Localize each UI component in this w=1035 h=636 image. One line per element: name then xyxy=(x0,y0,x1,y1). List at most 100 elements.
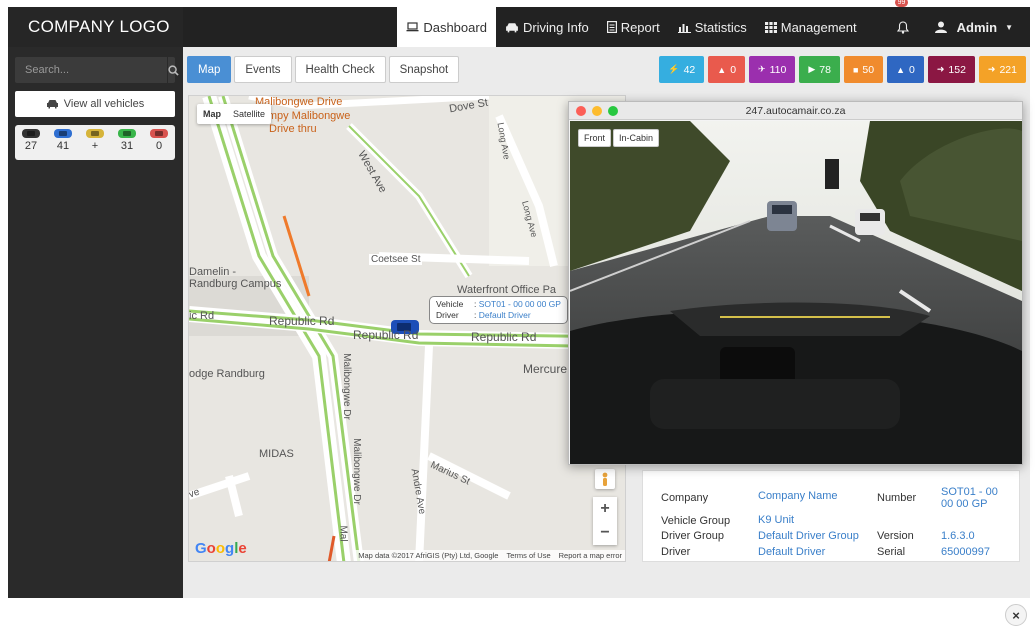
vehicle-count-4[interactable]: 0 xyxy=(145,129,173,160)
top-navbar: Dashboard Driving Info Report Statistics… xyxy=(183,0,1030,47)
stat-button-alert[interactable]: ▲ 0 xyxy=(887,56,924,83)
laptop-icon xyxy=(406,22,419,32)
nav-statistics[interactable]: Statistics xyxy=(669,7,756,47)
vehicle-info-card: Company Company Name Number SOT01 - 00 0… xyxy=(642,470,1020,562)
stat-value: 152 xyxy=(948,63,966,76)
pegman-icon xyxy=(602,472,608,486)
tab-health-check[interactable]: Health Check xyxy=(294,56,386,83)
nav-management[interactable]: Management xyxy=(756,7,866,47)
event-stat-buttons: ⚡ 42 ▲ 0 ✈ 110 ▶ 78 ■ 50 ▲ 0 ➜ 152 ➜ 221 xyxy=(659,56,1026,83)
window-minimize-button[interactable] xyxy=(592,106,602,116)
alert-icon: ▲ xyxy=(896,64,905,75)
car-icon xyxy=(150,129,168,138)
map-type-satellite[interactable]: Satellite xyxy=(227,104,271,124)
view-all-label: View all vehicles xyxy=(63,98,145,110)
stat-value: 78 xyxy=(819,63,831,76)
google-logo: Google xyxy=(195,540,247,557)
zoom-control: + − xyxy=(593,497,617,545)
vehicle-search xyxy=(15,57,179,83)
search-icon xyxy=(168,64,179,76)
car-icon xyxy=(86,129,104,138)
stat-button-stop-square[interactable]: ■ 50 xyxy=(843,56,884,83)
vehicle-count-value: 31 xyxy=(120,140,134,152)
vehicle-count-value: 27 xyxy=(24,140,38,152)
plane-icon: ✈ xyxy=(758,64,766,74)
map-street-labels: Malibongwe Drive Wimpy Malibongwe Drive … xyxy=(188,96,568,542)
tab-map[interactable]: Map xyxy=(187,56,232,83)
dashcam-frame xyxy=(570,121,1022,464)
car-icon xyxy=(46,100,58,109)
vehicle-count-3[interactable]: 31 xyxy=(113,129,141,160)
zoom-in-button[interactable]: + xyxy=(593,497,617,521)
warning-icon: ▲ xyxy=(717,64,727,75)
map-type-map[interactable]: Map xyxy=(197,104,227,124)
user-menu[interactable]: Admin ▼ xyxy=(926,7,1022,47)
camera-front-button[interactable]: Front xyxy=(578,129,612,147)
stat-button-sign-out[interactable]: ➜ 152 xyxy=(927,56,975,83)
stat-value: 50 xyxy=(862,63,875,76)
popup-titlebar: 247.autocamair.co.za xyxy=(569,102,1022,120)
user-icon xyxy=(934,21,947,33)
report-map-error-link[interactable]: Report a map error xyxy=(559,551,622,560)
play-square-icon: ▶ xyxy=(808,64,816,74)
document-icon xyxy=(606,21,617,33)
footer-bar: × xyxy=(0,598,1035,636)
nav-report[interactable]: Report xyxy=(598,7,669,47)
stop-square-icon: ■ xyxy=(852,64,859,75)
car-icon xyxy=(54,129,72,138)
vehicle-count-2[interactable]: + xyxy=(81,129,109,160)
notification-badge: 99 xyxy=(894,0,909,7)
street-view-pegman[interactable] xyxy=(595,469,615,489)
camera-tabs: Front In-Cabin xyxy=(578,129,660,147)
sign-out-icon: ➜ xyxy=(936,64,945,74)
stat-value: 0 xyxy=(730,63,737,76)
camera-popup-window: 247.autocamair.co.za Front In-Cabin xyxy=(568,101,1023,465)
car-icon xyxy=(22,129,40,138)
camera-incabin-button[interactable]: In-Cabin xyxy=(613,129,660,147)
window-maximize-button[interactable] xyxy=(608,106,618,116)
sign-in-icon: ➜ xyxy=(987,64,996,74)
view-all-vehicles-button[interactable]: View all vehicles xyxy=(15,91,175,117)
stat-button-sign-in[interactable]: ➜ 221 xyxy=(978,56,1026,83)
stat-button-bolt[interactable]: ⚡ 42 xyxy=(659,56,705,83)
stat-button-play-square[interactable]: ▶ 78 xyxy=(799,56,840,83)
stat-button-plane[interactable]: ✈ 110 xyxy=(749,56,796,83)
car-icon xyxy=(506,22,518,32)
stat-value: 42 xyxy=(683,63,696,76)
grid-icon xyxy=(764,21,777,33)
vehicle-status-counts: 27 41 +31 0 xyxy=(15,125,175,160)
dashcam-video[interactable]: Front In-Cabin xyxy=(570,121,1022,464)
user-name: Admin xyxy=(956,19,998,35)
search-input[interactable] xyxy=(15,57,167,83)
car-icon xyxy=(118,129,136,138)
map-attribution: Map data ©2017 AfriGIS (Pty) Ltd, Google… xyxy=(355,550,625,561)
map-type-control: Map Satellite xyxy=(197,104,272,124)
search-button[interactable] xyxy=(167,57,179,83)
stat-value: 110 xyxy=(769,63,787,76)
nav-driving-info[interactable]: Driving Info xyxy=(496,7,598,47)
vehicle-count-value: + xyxy=(91,140,99,152)
popup-title: 247.autocamair.co.za xyxy=(745,104,846,117)
vehicle-count-value: 0 xyxy=(155,140,163,152)
stat-value: 0 xyxy=(909,63,915,76)
vehicle-map[interactable]: Malibongwe Drive Wimpy Malibongwe Drive … xyxy=(188,95,626,562)
sidebar: COMPANY LOGO View all vehicles 27 41 +31 0 xyxy=(8,7,183,598)
stat-button-warning[interactable]: ▲ 0 xyxy=(708,56,746,83)
view-tabs: Map Events Health Check Snapshot xyxy=(187,56,460,83)
vehicle-count-0[interactable]: 27 xyxy=(17,129,45,160)
terms-link[interactable]: Terms of Use xyxy=(506,551,550,560)
vehicle-tooltip: Vehicle: SOT01 - 00 00 00 GP Driver: Def… xyxy=(429,296,568,324)
close-button[interactable]: × xyxy=(1005,604,1027,626)
stat-value: 221 xyxy=(999,63,1017,76)
vehicle-count-value: 41 xyxy=(56,140,70,152)
bar-chart-icon xyxy=(677,23,691,33)
notifications-button[interactable]: 99 xyxy=(888,0,918,47)
company-logo: COMPANY LOGO xyxy=(8,7,183,47)
bolt-icon: ⚡ xyxy=(668,64,680,74)
tab-events[interactable]: Events xyxy=(234,56,292,83)
zoom-out-button[interactable]: − xyxy=(593,521,617,545)
vehicle-count-1[interactable]: 41 xyxy=(49,129,77,160)
nav-dashboard[interactable]: Dashboard xyxy=(397,7,496,47)
window-close-button[interactable] xyxy=(576,106,586,116)
tab-snapshot[interactable]: Snapshot xyxy=(388,56,460,83)
